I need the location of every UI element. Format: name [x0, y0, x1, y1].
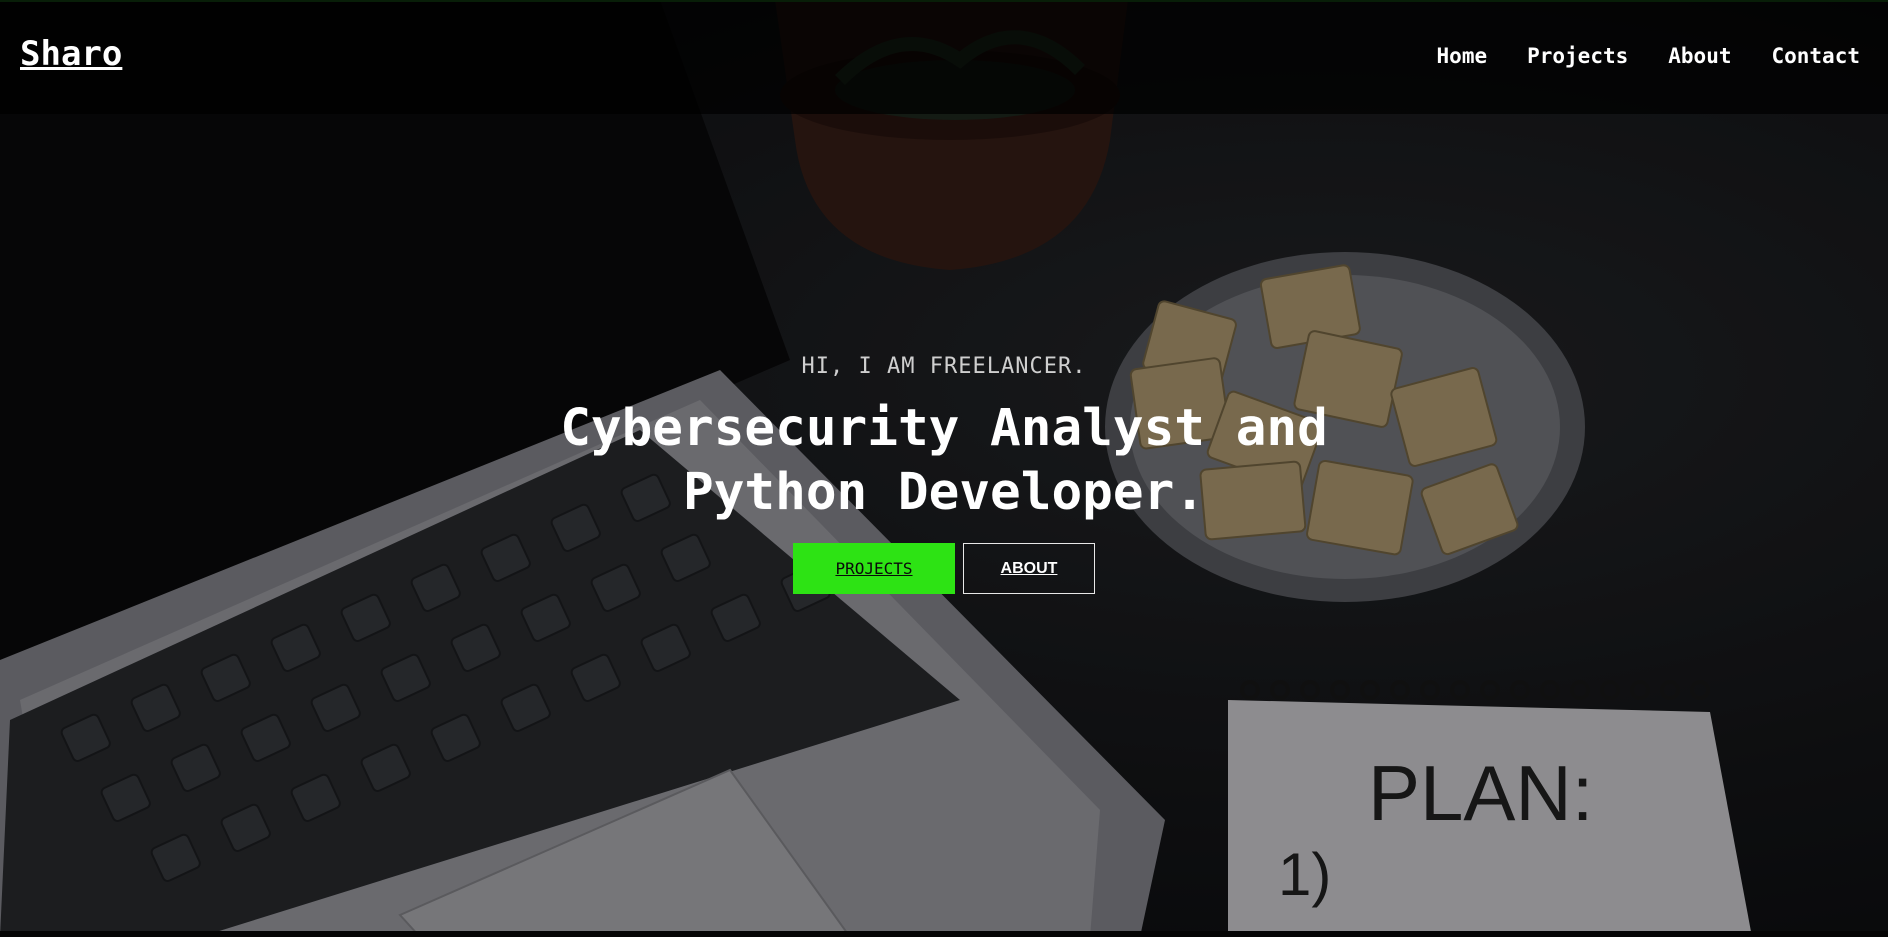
brand-logo[interactable]: Sharo [20, 34, 122, 74]
nav-link-projects[interactable]: Projects [1527, 44, 1628, 68]
hero-content: HI, I AM FREELANCER. Cybersecurity Analy… [0, 354, 1888, 594]
hero-section: PLAN: 1) Sharo Home Projects About Conta… [0, 0, 1888, 937]
projects-button[interactable]: PROJECTS [793, 543, 955, 594]
hero-kicker: HI, I AM FREELANCER. [801, 354, 1087, 379]
nav-link-about[interactable]: About [1668, 44, 1731, 68]
nav-links: Home Projects About Contact [1437, 44, 1860, 68]
bottom-edge [0, 931, 1888, 937]
navbar: Sharo Home Projects About Contact [0, 0, 1888, 114]
hero-headline: Cybersecurity Analyst and Python Develop… [0, 397, 1888, 525]
nav-link-contact[interactable]: Contact [1771, 44, 1860, 68]
hero-buttons: PROJECTS ABOUT [0, 543, 1888, 594]
nav-link-home[interactable]: Home [1437, 44, 1488, 68]
about-button[interactable]: ABOUT [963, 543, 1095, 594]
hero-headline-line-2: Python Developer. [683, 463, 1205, 522]
hero-headline-line-1: Cybersecurity Analyst and [560, 399, 1328, 458]
